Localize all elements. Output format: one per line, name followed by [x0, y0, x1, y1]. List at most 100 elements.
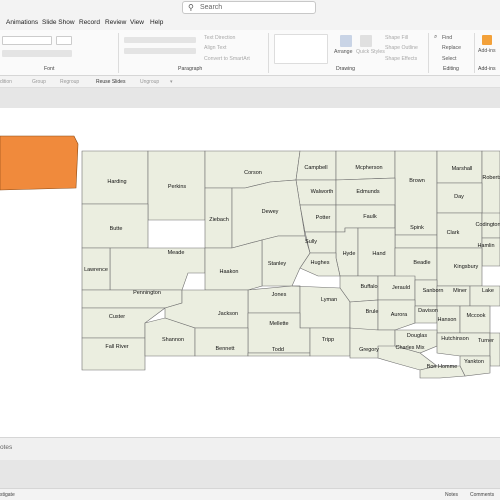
alignment-buttons[interactable]	[124, 48, 196, 54]
edit-button[interactable]: dition	[0, 79, 12, 85]
county-label-walworth: Walworth	[311, 189, 334, 195]
font-name-dropdown[interactable]	[2, 36, 52, 45]
tab-record[interactable]: Record	[79, 19, 100, 26]
find-button[interactable]: Find	[442, 35, 452, 41]
county-shape-pennington[interactable]	[81, 289, 183, 309]
county-label-faulk: Faulk	[363, 214, 377, 220]
county-label-hutchinson: Hutchinson	[441, 336, 469, 342]
county-label-potter: Potter	[316, 215, 331, 221]
arrange-button[interactable]: Arrange	[334, 49, 352, 55]
county-shape-meade[interactable]	[109, 247, 206, 291]
county-label-mccook: Mccook	[467, 313, 486, 319]
find-icon: ⌕	[434, 34, 438, 40]
regroup-button[interactable]: Regroup	[60, 79, 79, 85]
tab-review[interactable]: Review	[105, 19, 126, 26]
county-label-stanley: Stanley	[268, 261, 287, 267]
county-label-beadle: Beadle	[413, 260, 430, 266]
title-bar: ⚲ Search	[0, 0, 500, 16]
align-text-button[interactable]: Align Text	[204, 45, 226, 51]
county-label-lyman: Lyman	[321, 297, 337, 303]
font-group-label: Font	[44, 66, 55, 72]
county-label-perkins: Perkins	[168, 184, 187, 190]
notes-toggle-button[interactable]: Notes	[445, 492, 458, 498]
shape-fill-button[interactable]: Shape Fill	[385, 35, 408, 41]
county-label-brown: Brown	[409, 178, 425, 184]
county-shape-clark[interactable]	[436, 212, 483, 249]
county-shape-brown[interactable]	[394, 150, 438, 236]
county-label-sully: Sully	[305, 239, 317, 245]
county-label-fall-river: Fall River	[105, 344, 128, 350]
search-placeholder: Search	[200, 4, 223, 11]
county-shape-fall-river[interactable]	[81, 337, 146, 371]
tab-view[interactable]: View	[130, 19, 144, 26]
shapes-gallery[interactable]	[274, 34, 328, 64]
county-label-mcpherson: Mcpherson	[355, 165, 382, 171]
text-direction-button[interactable]: Text Direction	[204, 35, 235, 41]
ribbon-separator	[268, 33, 269, 73]
ribbon-separator	[428, 33, 429, 73]
ribbon: Font Text Direction Align Text Convert t…	[0, 30, 500, 76]
tab-animations[interactable]: Animations	[6, 19, 38, 26]
county-label-hand: Hand	[372, 251, 385, 257]
county-label-day: Day	[454, 194, 464, 200]
county-label-corson: Corson	[244, 170, 262, 176]
county-label-bon-homme: Bon Homme	[427, 364, 458, 370]
county-label-yankton: Yankton	[464, 359, 484, 365]
add-ins-button[interactable]: Add-ins	[478, 48, 496, 54]
county-label-pennington: Pennington	[133, 290, 161, 296]
group-button[interactable]: Group	[32, 79, 46, 85]
shape-effects-button[interactable]: Shape Effects	[385, 56, 417, 62]
quick-toolbar: dition Group Regroup Reuse Slides Ungrou…	[0, 76, 500, 88]
county-label-kingsbury: Kingsbury	[454, 264, 479, 270]
search-box[interactable]: ⚲ Search	[182, 1, 316, 14]
county-shape-jones[interactable]	[247, 285, 301, 314]
county-label-meade: Meade	[168, 250, 185, 256]
county-label-hanson: Hanson	[438, 317, 457, 323]
county-label-lake: Lake	[482, 288, 494, 294]
county-label-shannon: Shannon	[162, 337, 184, 343]
county-label-custer: Custer	[109, 314, 125, 320]
editing-group-label: Editing	[443, 66, 459, 72]
county-label-gregory: Gregory	[359, 347, 379, 353]
county-shape-todd[interactable]	[247, 352, 311, 357]
county-shape-roberts[interactable]	[481, 150, 500, 219]
font-size-dropdown[interactable]	[56, 36, 72, 45]
drawing-group-label: Drawing	[336, 66, 356, 72]
quick-styles-button[interactable]: Quick Styles	[356, 49, 385, 55]
county-shape-harding[interactable]	[81, 150, 149, 205]
convert-smartart-button[interactable]: Convert to SmartArt	[204, 56, 250, 62]
tab-help[interactable]: Help	[150, 19, 163, 26]
county-label-lawrence: Lawrence	[84, 267, 108, 273]
font-format-buttons[interactable]	[2, 50, 72, 57]
status-left-text: stigate	[0, 492, 15, 498]
ribbon-separator	[474, 33, 475, 73]
county-shape-brule[interactable]	[349, 299, 379, 331]
reuse-slides-button[interactable]: Reuse Slides	[96, 79, 125, 85]
select-button[interactable]: Select	[442, 56, 456, 62]
county-label-jackson: Jackson	[218, 311, 238, 317]
ungroup-button[interactable]: Ungroup	[140, 79, 159, 85]
add-ins-icon	[482, 35, 492, 45]
south-dakota-county-map: Harding Perkins Corson Campbell Mcpherson Bro…	[0, 135, 500, 379]
county-shape-mccook[interactable]	[459, 305, 491, 334]
county-label-sanborn: Sanborn	[423, 288, 444, 294]
county-label-clark: Clark	[447, 230, 460, 236]
comments-button[interactable]: Comments	[470, 492, 494, 498]
replace-button[interactable]: Replace	[442, 45, 461, 51]
ribbon-tabs: Animations Slide Show Record Review View…	[0, 16, 500, 30]
county-label-hyde: Hyde	[343, 251, 356, 257]
list-buttons[interactable]	[124, 37, 196, 43]
county-label-bennett: Bennett	[216, 346, 235, 352]
county-label-marshall: Marshall	[452, 166, 473, 172]
shape-outline-button[interactable]: Shape Outline	[385, 45, 418, 51]
toolbar-more-icon[interactable]: ▾	[170, 79, 173, 85]
county-shape-lyman[interactable]	[291, 285, 351, 329]
tab-slide-show[interactable]: Slide Show	[42, 19, 75, 26]
county-label-harding: Harding	[107, 179, 126, 185]
arrange-icon	[340, 35, 352, 47]
county-label-aurora: Aurora	[391, 312, 408, 318]
highlighted-state-shape[interactable]	[0, 135, 79, 191]
county-label-ziebach: Ziebach	[209, 217, 229, 223]
county-label-charles-mix: Charles Mix	[395, 345, 424, 351]
notes-pane[interactable]: otes	[0, 437, 500, 460]
